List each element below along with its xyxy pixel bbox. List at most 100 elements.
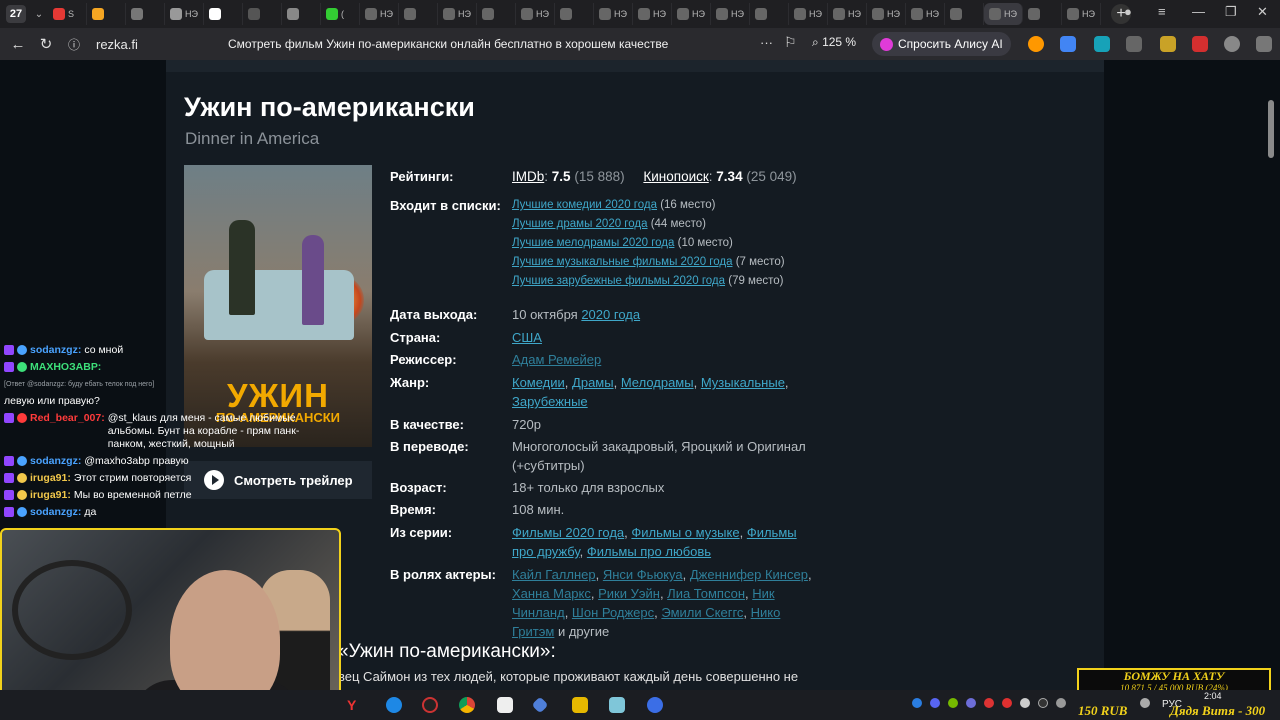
browser-tab[interactable]: НЭ bbox=[672, 3, 711, 25]
genre-link[interactable]: Зарубежные bbox=[512, 394, 588, 409]
browser-tab[interactable] bbox=[750, 3, 789, 25]
zoom-level[interactable]: ⌕ 125 % bbox=[812, 35, 856, 50]
chat-nick[interactable]: iruga91: bbox=[30, 472, 71, 485]
genre-link[interactable]: Комедии bbox=[512, 375, 565, 390]
browser-tab[interactable] bbox=[243, 3, 282, 25]
browser-tab[interactable] bbox=[1023, 3, 1062, 25]
chat-nick[interactable]: sodanzgz: bbox=[30, 455, 81, 468]
chat-nick[interactable]: sodanzgz: bbox=[30, 506, 81, 519]
browser-tab[interactable]: НЭ bbox=[438, 3, 477, 25]
diamond-taskbar-icon[interactable] bbox=[531, 696, 549, 714]
actor-link[interactable]: Кайл Галлнер bbox=[512, 567, 596, 582]
tray-icon-1[interactable] bbox=[912, 698, 922, 708]
extension-media-icon[interactable] bbox=[1224, 36, 1240, 52]
browser-tab[interactable] bbox=[204, 3, 243, 25]
browser-tab[interactable]: НЭ bbox=[828, 3, 867, 25]
browser-tab[interactable]: НЭ bbox=[906, 3, 945, 25]
browser-tab[interactable]: НЭ bbox=[1062, 3, 1101, 25]
list-link[interactable]: Лучшие комедии 2020 года bbox=[512, 199, 657, 211]
extension-glasses-icon[interactable] bbox=[1126, 36, 1142, 52]
chrome-taskbar-icon[interactable] bbox=[459, 697, 475, 713]
chat-nick[interactable]: iruga91: bbox=[30, 489, 71, 502]
actor-link[interactable]: Дженнифер Кинсер bbox=[690, 567, 808, 582]
browser-tab[interactable]: S bbox=[48, 3, 87, 25]
tray-icon-5[interactable] bbox=[984, 698, 994, 708]
tray-icon-8[interactable] bbox=[1038, 698, 1048, 708]
browser-tab[interactable]: НЭ bbox=[633, 3, 672, 25]
browser-tab[interactable]: НЭ bbox=[711, 3, 750, 25]
release-year-link[interactable]: 2020 года bbox=[581, 307, 640, 322]
browser-tab[interactable] bbox=[399, 3, 438, 25]
lock-taskbar-icon[interactable] bbox=[572, 697, 588, 713]
extension-ae-icon[interactable] bbox=[1192, 36, 1208, 52]
actor-link[interactable]: Эмили Скеггс bbox=[661, 605, 743, 620]
site-info-icon[interactable]: ⓘ bbox=[60, 36, 88, 53]
kinopoisk-link[interactable]: Кинопоиск bbox=[643, 169, 708, 184]
chat-nick[interactable]: МАХНОЗАВР: bbox=[30, 361, 101, 374]
imdb-link[interactable]: IMDb bbox=[512, 169, 544, 184]
clock[interactable]: 2:04 bbox=[1204, 691, 1222, 701]
genre-link[interactable]: Музыкальные bbox=[701, 375, 785, 390]
country-link[interactable]: США bbox=[512, 330, 542, 345]
list-link[interactable]: Лучшие драмы 2020 года bbox=[512, 218, 648, 230]
series-link[interactable]: Фильмы про любовь bbox=[587, 544, 711, 559]
chat-nick[interactable]: Red_bear_007: bbox=[30, 412, 105, 425]
tray-icon-2[interactable] bbox=[930, 698, 940, 708]
network-icon[interactable] bbox=[1140, 698, 1150, 708]
series-link[interactable]: Фильмы о музыке bbox=[631, 525, 739, 540]
browser-tab[interactable]: НЭ bbox=[867, 3, 906, 25]
extension-yandex-icon[interactable] bbox=[1028, 36, 1044, 52]
list-link[interactable]: Лучшие мелодрамы 2020 года bbox=[512, 237, 674, 249]
browser-tab[interactable]: ( bbox=[321, 3, 360, 25]
browser-tab[interactable] bbox=[282, 3, 321, 25]
director-link[interactable]: Адам Ремейер bbox=[512, 352, 601, 367]
reload-icon[interactable]: ↻ bbox=[32, 35, 60, 53]
browser-tab[interactable] bbox=[126, 3, 165, 25]
browser-tab[interactable]: НЭ bbox=[516, 3, 555, 25]
tray-icon-6[interactable] bbox=[1002, 698, 1012, 708]
actor-link[interactable]: Ханна Маркс bbox=[512, 586, 591, 601]
extension-weather-icon[interactable] bbox=[1160, 36, 1176, 52]
downloads-icon[interactable] bbox=[1256, 36, 1272, 52]
page-title-in-bar[interactable]: Смотреть фильм Ужин по-американски онлай… bbox=[228, 37, 668, 51]
chat-taskbar-icon[interactable] bbox=[647, 697, 663, 713]
chat-nick[interactable]: sodanzgz: bbox=[30, 344, 81, 357]
tray-icon-9[interactable] bbox=[1056, 698, 1066, 708]
back-icon[interactable]: ← bbox=[4, 36, 32, 53]
extension-translate-icon[interactable] bbox=[1060, 36, 1076, 52]
profile-icon[interactable]: ● bbox=[1124, 4, 1132, 19]
tray-icon-3[interactable] bbox=[948, 698, 958, 708]
tray-icon-4[interactable] bbox=[966, 698, 976, 708]
browser-tab[interactable]: НЭ bbox=[594, 3, 633, 25]
browser-tab[interactable]: НЭ bbox=[789, 3, 828, 25]
actor-link[interactable]: Рики Уэйн bbox=[598, 586, 660, 601]
url-domain[interactable]: rezka.fi bbox=[96, 37, 138, 52]
list-link[interactable]: Лучшие музыкальные фильмы 2020 года bbox=[512, 256, 733, 268]
actor-link[interactable]: Янси Фьюкуа bbox=[603, 567, 683, 582]
browser-tab[interactable]: НЭ bbox=[165, 3, 204, 25]
genre-link[interactable]: Мелодрамы bbox=[621, 375, 694, 390]
restore-icon[interactable]: ❐ bbox=[1225, 4, 1237, 20]
series-link[interactable]: Фильмы 2020 года bbox=[512, 525, 624, 540]
files-taskbar-icon[interactable] bbox=[609, 697, 625, 713]
ask-alice-button[interactable]: Спросить Алису AI bbox=[872, 32, 1011, 56]
actor-link[interactable]: Шон Роджерс bbox=[572, 605, 654, 620]
telegram-taskbar-icon[interactable] bbox=[386, 697, 402, 713]
h-app-taskbar-icon[interactable] bbox=[497, 697, 513, 713]
list-link[interactable]: Лучшие зарубежные фильмы 2020 года bbox=[512, 275, 725, 287]
menu-icon[interactable]: ≡ bbox=[1158, 4, 1166, 19]
browser-tab[interactable]: НЭ bbox=[360, 3, 399, 25]
app-taskbar-icon[interactable] bbox=[422, 697, 438, 713]
chevron-down-icon[interactable]: ⌄ bbox=[30, 9, 48, 20]
genre-link[interactable]: Драмы bbox=[572, 375, 614, 390]
bookmark-icon[interactable]: ⚐ bbox=[784, 34, 797, 51]
extension-z-icon[interactable] bbox=[1094, 36, 1110, 52]
minimize-icon[interactable]: — bbox=[1192, 4, 1205, 19]
more-icon[interactable]: ··· bbox=[760, 35, 773, 50]
browser-tab[interactable]: НЭ bbox=[984, 3, 1023, 25]
browser-tab[interactable] bbox=[555, 3, 594, 25]
tray-icon-7[interactable] bbox=[1020, 698, 1030, 708]
browser-tab[interactable] bbox=[477, 3, 516, 25]
actor-link[interactable]: Лиа Томпсон bbox=[667, 586, 745, 601]
tab-count-badge[interactable]: 27 bbox=[6, 5, 26, 23]
